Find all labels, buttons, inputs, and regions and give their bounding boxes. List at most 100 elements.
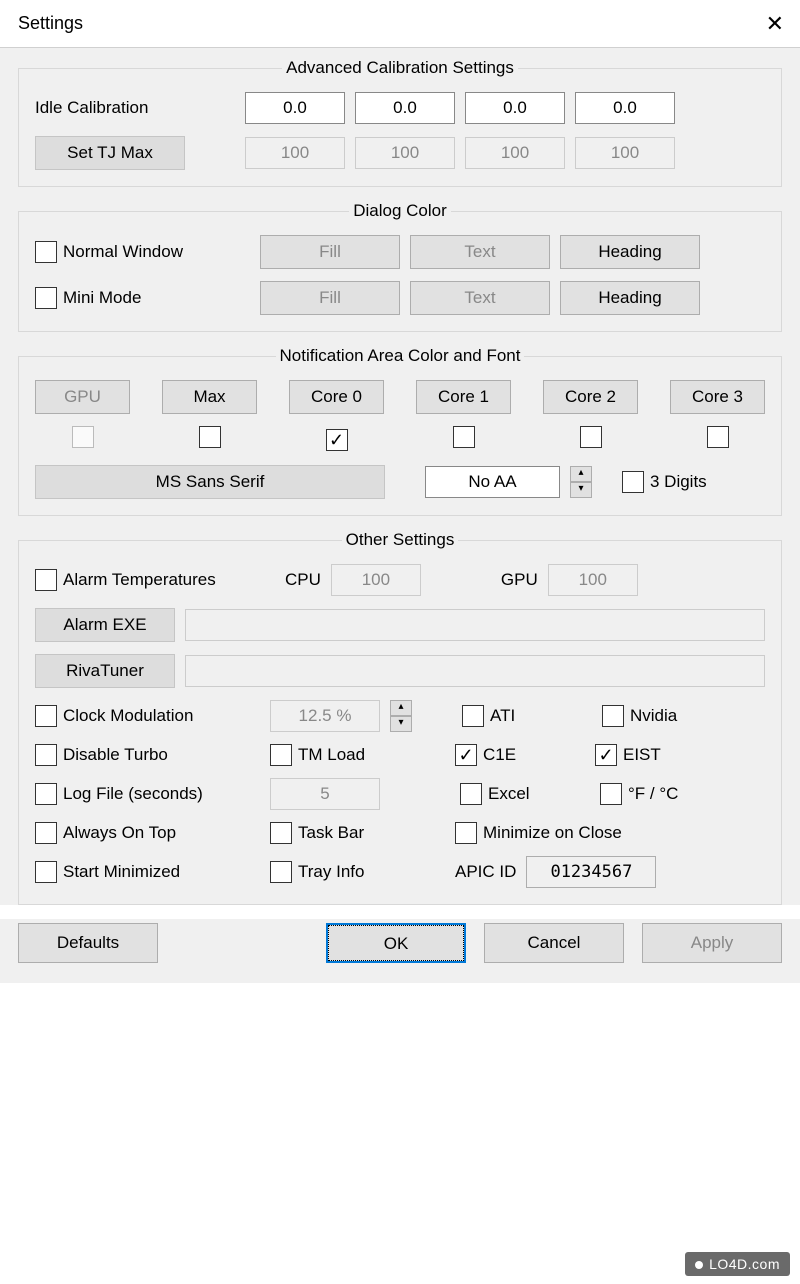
watermark-dot-icon <box>695 1261 703 1269</box>
minimize-close-checkbox[interactable] <box>455 822 477 844</box>
excel-label: Excel <box>488 784 530 804</box>
disable-turbo-label: Disable Turbo <box>63 745 168 765</box>
idle-calibration-label: Idle Calibration <box>35 98 235 118</box>
rivatuner-button[interactable]: RivaTuner <box>35 654 175 688</box>
tjmax-value-3: 100 <box>575 137 675 169</box>
other-legend: Other Settings <box>342 530 459 550</box>
ati-label: ATI <box>490 706 515 726</box>
gpu-alarm-value: 100 <box>548 564 638 596</box>
dialog-footer: Defaults OK Cancel Apply <box>0 919 800 983</box>
eist-label: EIST <box>623 745 661 765</box>
clock-mod-label: Clock Modulation <box>63 706 193 726</box>
normal-heading-button[interactable]: Heading <box>560 235 700 269</box>
mini-mode-checkbox[interactable] <box>35 287 57 309</box>
alarm-exe-button[interactable]: Alarm EXE <box>35 608 175 642</box>
max-checkbox[interactable] <box>199 426 221 448</box>
set-tjmax-button[interactable]: Set TJ Max <box>35 136 185 170</box>
log-file-label: Log File (seconds) <box>63 784 203 804</box>
gpu-checkbox <box>72 426 94 448</box>
tjmax-value-1: 100 <box>355 137 455 169</box>
core-0-checkbox[interactable]: ✓ <box>326 429 348 451</box>
aa-spinner[interactable]: ▴ ▾ <box>570 466 592 498</box>
clock-mod-checkbox[interactable] <box>35 705 57 727</box>
normal-window-label: Normal Window <box>63 242 183 262</box>
normal-text-button: Text <box>410 235 550 269</box>
dialog-color-group: Dialog Color Normal Window Fill Text Hea… <box>18 201 782 332</box>
idle-value-2[interactable]: 0.0 <box>465 92 565 124</box>
spinner-up-icon[interactable]: ▴ <box>390 700 412 716</box>
clock-mod-spinner[interactable]: ▴ ▾ <box>390 700 412 732</box>
apic-value: 01234567 <box>526 856 656 888</box>
idle-value-0[interactable]: 0.0 <box>245 92 345 124</box>
task-bar-checkbox[interactable] <box>270 822 292 844</box>
watermark-text: LO4D.com <box>709 1256 780 1272</box>
nvidia-checkbox[interactable] <box>602 705 624 727</box>
normal-fill-button: Fill <box>260 235 400 269</box>
mini-text-button: Text <box>410 281 550 315</box>
excel-checkbox[interactable] <box>460 783 482 805</box>
cpu-label: CPU <box>285 570 321 590</box>
spinner-down-icon[interactable]: ▾ <box>570 482 592 498</box>
cpu-alarm-value: 100 <box>331 564 421 596</box>
core-2-button[interactable]: Core 2 <box>543 380 638 414</box>
ati-checkbox[interactable] <box>462 705 484 727</box>
task-bar-label: Task Bar <box>298 823 364 843</box>
fc-checkbox[interactable] <box>600 783 622 805</box>
normal-window-checkbox[interactable] <box>35 241 57 263</box>
cancel-button[interactable]: Cancel <box>484 923 624 963</box>
always-on-top-label: Always On Top <box>63 823 176 843</box>
tm-load-label: TM Load <box>298 745 365 765</box>
calibration-legend: Advanced Calibration Settings <box>282 58 518 78</box>
three-digits-checkbox[interactable] <box>622 471 644 493</box>
font-button[interactable]: MS Sans Serif <box>35 465 385 499</box>
eist-checkbox[interactable]: ✓ <box>595 744 617 766</box>
watermark: LO4D.com <box>685 1252 790 1276</box>
mini-fill-button: Fill <box>260 281 400 315</box>
other-settings-group: Other Settings Alarm Temperatures CPU 10… <box>18 530 782 905</box>
calibration-group: Advanced Calibration Settings Idle Calib… <box>18 58 782 187</box>
ok-button[interactable]: OK <box>326 923 466 963</box>
dialog-content: Advanced Calibration Settings Idle Calib… <box>0 48 800 905</box>
core-0-button[interactable]: Core 0 <box>289 380 384 414</box>
spinner-down-icon[interactable]: ▾ <box>390 716 412 732</box>
always-on-top-checkbox[interactable] <box>35 822 57 844</box>
tjmax-value-0: 100 <box>245 137 345 169</box>
titlebar: Settings ✕ <box>0 0 800 48</box>
max-button[interactable]: Max <box>162 380 257 414</box>
core-2-checkbox[interactable] <box>580 426 602 448</box>
start-minimized-label: Start Minimized <box>63 862 180 882</box>
disable-turbo-checkbox[interactable] <box>35 744 57 766</box>
rivatuner-path <box>185 655 765 687</box>
notification-group: Notification Area Color and Font GPU Max… <box>18 346 782 516</box>
defaults-button[interactable]: Defaults <box>18 923 158 963</box>
alarm-temp-checkbox[interactable] <box>35 569 57 591</box>
core-3-checkbox[interactable] <box>707 426 729 448</box>
alarm-exe-path <box>185 609 765 641</box>
nvidia-label: Nvidia <box>630 706 677 726</box>
mini-heading-button[interactable]: Heading <box>560 281 700 315</box>
c1e-checkbox[interactable]: ✓ <box>455 744 477 766</box>
idle-value-1[interactable]: 0.0 <box>355 92 455 124</box>
start-minimized-checkbox[interactable] <box>35 861 57 883</box>
tjmax-value-2: 100 <box>465 137 565 169</box>
log-file-value: 5 <box>270 778 380 810</box>
spinner-up-icon[interactable]: ▴ <box>570 466 592 482</box>
aa-value[interactable]: No AA <box>425 466 560 498</box>
gpu-label: GPU <box>501 570 538 590</box>
core-1-button[interactable]: Core 1 <box>416 380 511 414</box>
minimize-close-label: Minimize on Close <box>483 823 622 843</box>
tray-info-checkbox[interactable] <box>270 861 292 883</box>
apply-button: Apply <box>642 923 782 963</box>
window-title: Settings <box>18 13 83 34</box>
mini-mode-label: Mini Mode <box>63 288 141 308</box>
alarm-temp-label: Alarm Temperatures <box>63 570 216 590</box>
clock-mod-value: 12.5 % <box>270 700 380 732</box>
close-icon[interactable]: ✕ <box>744 11 784 37</box>
idle-value-3[interactable]: 0.0 <box>575 92 675 124</box>
tray-info-label: Tray Info <box>298 862 364 882</box>
core-1-checkbox[interactable] <box>453 426 475 448</box>
log-file-checkbox[interactable] <box>35 783 57 805</box>
core-3-button[interactable]: Core 3 <box>670 380 765 414</box>
tm-load-checkbox[interactable] <box>270 744 292 766</box>
dialog-color-legend: Dialog Color <box>349 201 451 221</box>
